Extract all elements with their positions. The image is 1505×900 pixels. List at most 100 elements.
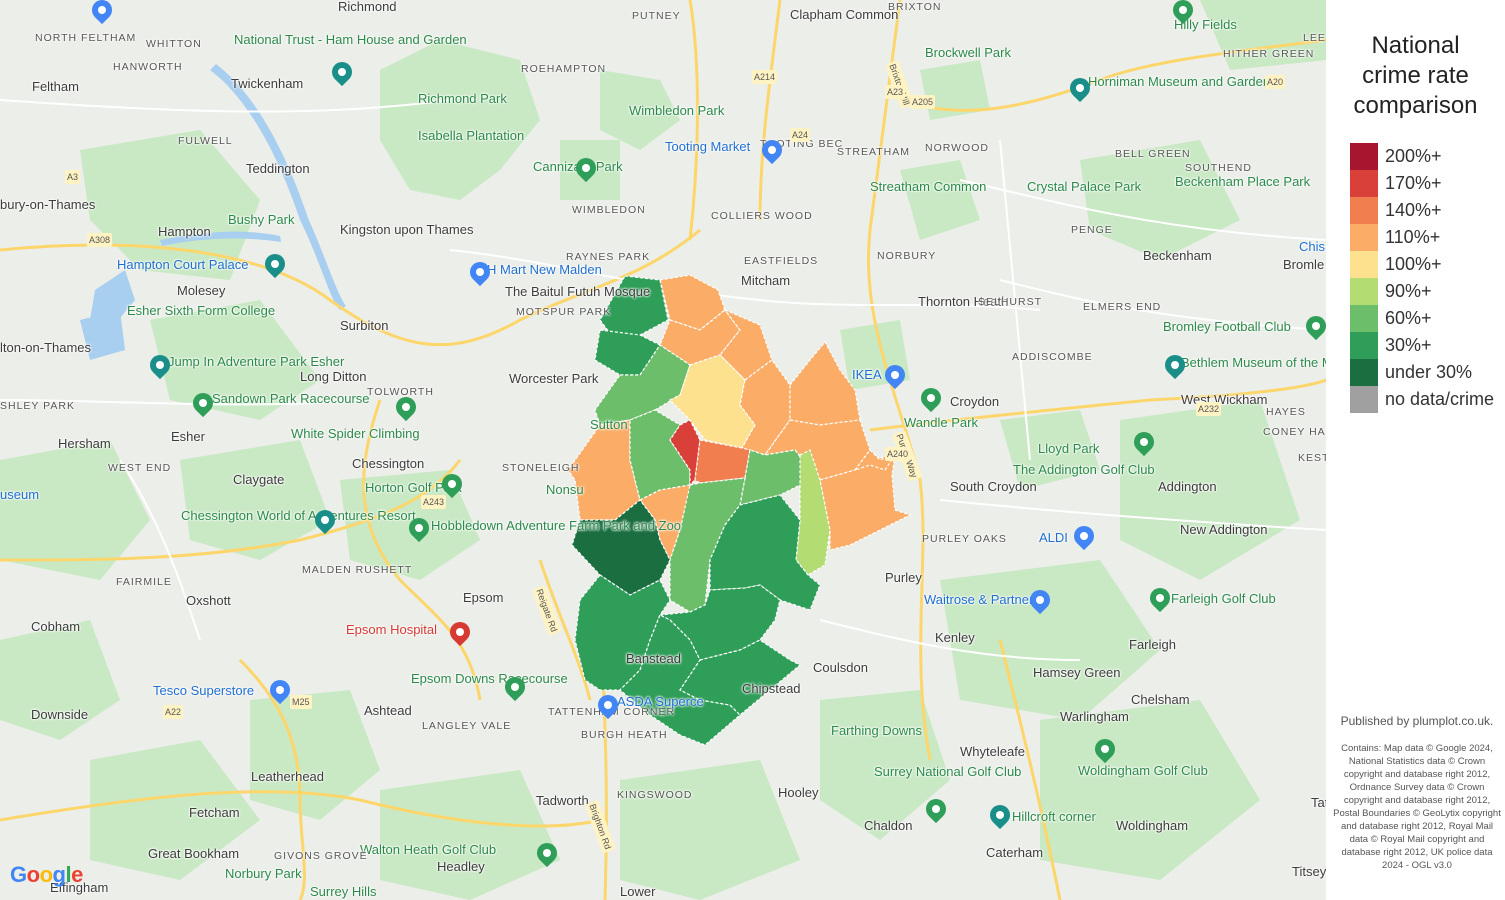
place-label: KEST bbox=[1298, 451, 1326, 465]
road-shield: A24 bbox=[790, 128, 810, 142]
place-label: Warlingham bbox=[1060, 710, 1129, 724]
place-label: Tadworth bbox=[536, 794, 589, 808]
place-label: SOUTHEND bbox=[1185, 161, 1252, 175]
place-label: Bushy Park bbox=[228, 213, 294, 227]
place-label: ROEHAMPTON bbox=[521, 62, 606, 76]
legend-label: 110%+ bbox=[1385, 227, 1440, 248]
map-canvas[interactable]: RichmondPUTNEYBRIXTONClapham CommonNORTH… bbox=[0, 0, 1326, 900]
data-credits: Contains: Map data © Google 2024, Nation… bbox=[1332, 742, 1502, 872]
place-label: Headley bbox=[437, 860, 485, 874]
place-label: Hersham bbox=[58, 437, 111, 451]
legend-swatch bbox=[1350, 332, 1378, 359]
place-label: Jump In Adventure Park Esher bbox=[168, 355, 344, 369]
road-shield: A232 bbox=[1196, 402, 1221, 416]
road-shield: A308 bbox=[87, 233, 112, 247]
legend-label: 60%+ bbox=[1385, 308, 1432, 329]
place-label: Whyteleafe bbox=[960, 745, 1025, 759]
place-label: FAIRMILE bbox=[116, 575, 172, 589]
place-label: SELHURST bbox=[978, 295, 1042, 309]
place-label: KINGSWOOD bbox=[617, 788, 693, 802]
place-label: PURLEY OAKS bbox=[922, 532, 1007, 546]
place-label: STONELEIGH bbox=[502, 461, 580, 475]
place-label: Kenley bbox=[935, 631, 975, 645]
place-label: Epsom Downs Racecourse bbox=[411, 672, 568, 686]
place-label: National Trust - Ham House and Garden bbox=[234, 33, 467, 47]
road-shield: A205 bbox=[910, 95, 935, 109]
legend-swatch bbox=[1350, 359, 1378, 386]
place-label: ELMERS END bbox=[1083, 300, 1161, 314]
place-label: Chaldon bbox=[864, 819, 912, 833]
legend-item: 140%+ bbox=[1350, 197, 1442, 224]
place-label: Hooley bbox=[778, 786, 818, 800]
place-label: Clapham Common bbox=[790, 8, 898, 22]
place-label: HANWORTH bbox=[113, 60, 183, 74]
legend-swatch bbox=[1350, 305, 1378, 332]
place-label: LEE bbox=[1303, 31, 1326, 45]
place-label: Bromle bbox=[1283, 258, 1324, 272]
place-label: SHLEY PARK bbox=[0, 399, 75, 413]
legend-swatch bbox=[1350, 386, 1378, 413]
place-label: Isabella Plantation bbox=[418, 129, 524, 143]
place-label: Norbury Park bbox=[225, 867, 302, 881]
road-shield: A243 bbox=[421, 495, 446, 509]
place-label: Hobbledown Adventure Farm Park and Zoo bbox=[431, 519, 681, 533]
place-label: Chelsham bbox=[1131, 693, 1190, 707]
place-label: PUTNEY bbox=[632, 9, 681, 23]
place-label: Nonsu bbox=[546, 483, 584, 497]
place-label: Crystal Palace Park bbox=[1027, 180, 1141, 194]
place-label: Woldingham Golf Club bbox=[1078, 764, 1208, 778]
place-label: Beckenham bbox=[1143, 249, 1212, 263]
place-label: Surrey National Golf Club bbox=[874, 765, 1021, 779]
place-label: BELL GREEN bbox=[1115, 147, 1191, 161]
road-shield: A214 bbox=[752, 70, 777, 84]
place-label: The Addington Golf Club bbox=[1013, 463, 1155, 477]
place-label: Lower bbox=[620, 885, 655, 899]
place-label: Ashtead bbox=[364, 704, 412, 718]
place-label: Farleigh bbox=[1129, 638, 1176, 652]
place-label: Hampton bbox=[158, 225, 211, 239]
legend-title-line: National bbox=[1326, 31, 1505, 61]
place-label: White Spider Climbing bbox=[291, 427, 420, 441]
place-label: useum bbox=[0, 488, 39, 502]
place-label: EASTFIELDS bbox=[744, 254, 818, 268]
place-label: Tesco Superstore bbox=[153, 684, 254, 698]
place-label: Surrey Hills bbox=[310, 885, 376, 899]
place-label: Mitcham bbox=[741, 274, 790, 288]
place-label: PENGE bbox=[1071, 223, 1113, 237]
place-label: Wimbledon Park bbox=[629, 104, 724, 118]
place-label: FULWELL bbox=[178, 134, 233, 148]
place-label: WHITTON bbox=[146, 37, 202, 51]
place-label: ALDI bbox=[1039, 531, 1068, 545]
place-label: Teddington bbox=[246, 162, 310, 176]
place-label: BURGH HEATH bbox=[581, 728, 668, 742]
place-label: LANGLEY VALE bbox=[422, 719, 511, 733]
legend-swatch bbox=[1350, 278, 1378, 305]
place-label: Epsom Hospital bbox=[346, 623, 437, 637]
place-label: Worcester Park bbox=[509, 372, 598, 386]
place-label: Beckenham Place Park bbox=[1175, 175, 1310, 189]
place-label: Farthing Downs bbox=[831, 724, 922, 738]
legend-label: 140%+ bbox=[1385, 200, 1442, 221]
place-label: New Addington bbox=[1180, 523, 1267, 537]
legend-label: under 30% bbox=[1385, 362, 1472, 383]
place-label: ADDISCOMBE bbox=[1012, 350, 1093, 364]
road-shield: A23 bbox=[885, 85, 905, 99]
legend-item: 100%+ bbox=[1350, 251, 1442, 278]
place-label: lton-on-Thames bbox=[0, 341, 91, 355]
legend-swatch bbox=[1350, 143, 1378, 170]
place-label: Fetcham bbox=[189, 806, 240, 820]
legend-item: no data/crime bbox=[1350, 386, 1494, 413]
road-shield: A3 bbox=[65, 170, 80, 184]
place-label: Chessington World of Adventures Resort bbox=[181, 509, 416, 523]
legend-item: under 30% bbox=[1350, 359, 1472, 386]
place-label: STREATHAM bbox=[837, 145, 910, 159]
road-shield: A20 bbox=[1265, 75, 1285, 89]
place-label: Brockwell Park bbox=[925, 46, 1011, 60]
place-label: HAYES bbox=[1266, 405, 1306, 419]
place-label: bury-on-Thames bbox=[0, 198, 95, 212]
place-label: Leatherhead bbox=[251, 770, 324, 784]
road-shield: A22 bbox=[163, 705, 183, 719]
place-label: NORBURY bbox=[877, 249, 936, 263]
place-label: Croydon bbox=[950, 395, 999, 409]
place-label: Tooting Market bbox=[665, 140, 750, 154]
